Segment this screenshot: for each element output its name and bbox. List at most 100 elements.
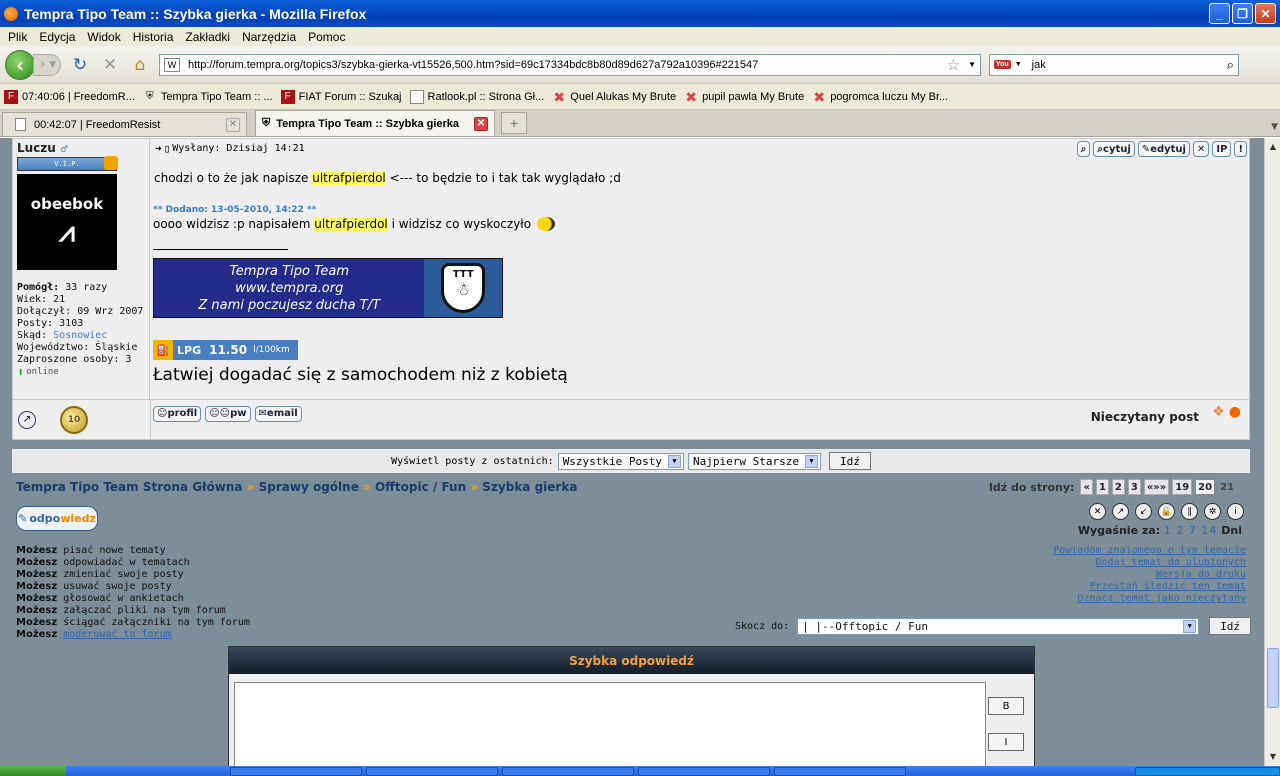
search-icon[interactable]: ⌕	[1227, 57, 1234, 73]
bookmark-item[interactable]: Ratlook.pl :: Strona Gł...	[409, 89, 544, 104]
italic-button[interactable]: I	[988, 733, 1024, 751]
start-button[interactable]	[0, 766, 66, 776]
bookmark-item[interactable]: ⛨ Tempra Tipo Team :: ...	[143, 90, 272, 104]
bold-button[interactable]: B	[988, 697, 1024, 715]
location-link[interactable]: Sosnowiec	[53, 330, 107, 341]
scroll-down-icon[interactable]: ▼	[1267, 750, 1279, 764]
moderate-link[interactable]: moderować to forum	[63, 629, 171, 640]
arrow-icon[interactable]: ➜	[155, 142, 162, 155]
close-button[interactable]: ✕	[1255, 3, 1276, 24]
bookmark-item[interactable]: ✖ pupil pawla My Brute	[684, 90, 804, 104]
reload-icon[interactable]: ↻	[69, 54, 91, 76]
search-posts-button[interactable]: ⌕	[1076, 141, 1091, 157]
menu-bookmarks[interactable]: Zakładki	[181, 30, 238, 44]
youtube-engine-icon[interactable]: You	[994, 60, 1011, 69]
scroll-thumb[interactable]	[1267, 648, 1279, 708]
split-topic-icon[interactable]: ↙	[1135, 503, 1152, 520]
menu-help[interactable]: Pomoc	[304, 30, 353, 44]
info-icon[interactable]: i	[1227, 503, 1244, 520]
minimize-button[interactable]: _	[1209, 3, 1230, 24]
email-button[interactable]: ✉ email	[254, 405, 302, 422]
quote-button[interactable]: ⌕ cytuj	[1093, 141, 1135, 157]
merge-icon[interactable]: ∥	[1181, 503, 1198, 520]
delete-icon[interactable]: ✕	[1192, 141, 1210, 157]
page-link[interactable]: 2	[1111, 479, 1125, 495]
permissions-list: Możesz pisać nowe tematy Możesz odpowiad…	[16, 545, 250, 640]
taskbar-item[interactable]	[230, 767, 362, 776]
breadcrumb-category[interactable]: Sprawy ogólne	[259, 480, 359, 494]
mark-unread-link[interactable]: Oznacz temat jako nieczytany	[1053, 593, 1246, 605]
breadcrumb-forum[interactable]: Offtopic / Fun	[375, 480, 466, 494]
edit-button[interactable]: ✎ edytuj	[1137, 141, 1190, 157]
page-link[interactable]: «	[1080, 479, 1093, 495]
go-button[interactable]: Idź	[829, 452, 871, 470]
add-favorites-link[interactable]: Dodaj temat do ulubionych	[1053, 557, 1246, 569]
profile-button[interactable]: ☺ profil	[153, 405, 202, 422]
page-link[interactable]: «»»	[1143, 479, 1170, 495]
report-icon[interactable]: !	[1234, 141, 1247, 157]
menu-history[interactable]: Historia	[129, 30, 182, 44]
scroll-up-icon[interactable]: ▲	[1267, 140, 1279, 154]
menu-view[interactable]: Widok	[83, 30, 128, 44]
forum-select[interactable]: | |--Offtopic / Fun ▼	[797, 617, 1200, 635]
ip-icon[interactable]: IP	[1212, 141, 1232, 157]
tab-tempra[interactable]: ⛨ Tempra Tipo Team :: Szybka gierka ✕	[255, 110, 495, 136]
quick-reply-textarea[interactable]	[234, 682, 986, 766]
vertical-scrollbar[interactable]: ▲ ▼	[1264, 138, 1280, 766]
lock-icon[interactable]: 🔒	[1158, 503, 1175, 520]
back-to-top-icon[interactable]: ↗	[18, 410, 36, 429]
tab-freedomresist[interactable]: 00:42:07 | FreedomResist ✕	[2, 112, 247, 136]
breadcrumb-home[interactable]: Tempra Tipo Team Strona Główna	[16, 480, 242, 494]
page-link[interactable]: 19	[1172, 479, 1193, 495]
menu-file[interactable]: Plik	[4, 30, 35, 44]
range-select[interactable]: Wszystkie Posty ▼	[557, 452, 685, 470]
author-name[interactable]: Luczu ♂	[17, 141, 145, 155]
firefox-icon: ●	[1228, 404, 1241, 420]
taskbar-item[interactable]	[774, 767, 906, 776]
signature-banner[interactable]: Tempra Tipo Team www.tempra.org Z nami p…	[153, 258, 503, 318]
pm-button[interactable]: ☺☺ pw	[205, 405, 251, 422]
home-icon[interactable]: ⌂	[129, 54, 151, 76]
site-favicon: W	[164, 57, 180, 72]
bookmark-item[interactable]: ✖ pogromca luczu My Br...	[812, 90, 948, 104]
back-button[interactable]: ‹	[5, 49, 35, 80]
tab-list-icon[interactable]: ▼	[1271, 122, 1278, 132]
page-link[interactable]: 3	[1127, 479, 1141, 495]
tab-close-icon[interactable]: ✕	[474, 116, 488, 131]
lpg-badge: ⛽ LPG 11.50 l/100km	[153, 340, 298, 360]
forum-post: Luczu ♂ V.I.P. obeebok ⩘ Pomógł: 33 razy…	[12, 138, 1250, 440]
menu-tools[interactable]: Narzędzia	[238, 30, 304, 44]
delete-topic-icon[interactable]: ✕	[1089, 503, 1106, 520]
tab-close-icon[interactable]: ✕	[226, 117, 240, 132]
bookmark-item[interactable]: F FIAT Forum :: Szukaj	[280, 89, 402, 104]
unwatch-topic-link[interactable]: Przestań śledzić ten temat	[1053, 581, 1246, 593]
page-link[interactable]: 21	[1218, 479, 1236, 495]
print-version-link[interactable]: Wersja do druku	[1053, 569, 1246, 581]
settings-icon[interactable]: ✲	[1204, 503, 1221, 520]
search-bar[interactable]: You ▼ jak ⌕	[989, 53, 1239, 76]
order-select[interactable]: Najpierw Starsze ▼	[688, 452, 821, 470]
taskbar-item[interactable]	[502, 767, 634, 776]
breadcrumb-topic[interactable]: Szybka gierka	[482, 480, 577, 494]
maximize-button[interactable]: ❐	[1232, 3, 1253, 24]
new-tab-button[interactable]: +	[501, 112, 527, 134]
url-dropdown-icon[interactable]: ▼	[968, 60, 976, 69]
notify-friend-link[interactable]: Powiadom znajomego o tym temacie	[1053, 545, 1246, 557]
engine-dropdown-icon[interactable]: ▼	[1015, 61, 1022, 68]
taskbar-item[interactable]	[638, 767, 770, 776]
menu-edit[interactable]: Edycja	[35, 30, 83, 44]
move-topic-icon[interactable]: ↗	[1112, 503, 1129, 520]
taskbar-item[interactable]	[366, 767, 498, 776]
address-bar[interactable]: W http://forum.tempra.org/topics3/szybka…	[159, 53, 981, 76]
page-link[interactable]: 1	[1095, 479, 1109, 495]
search-query[interactable]: jak	[1022, 59, 1227, 71]
jump-go-button[interactable]: Idź	[1209, 617, 1252, 635]
bookmark-item[interactable]: F 07:40:06 | FreedomR...	[4, 89, 135, 104]
stop-icon[interactable]: ✕	[99, 54, 121, 76]
bookmark-star-icon[interactable]: ☆	[947, 56, 960, 74]
reply-button[interactable]: ✎ odpo wiedz	[16, 506, 98, 531]
forward-button[interactable]: › ▾	[33, 53, 61, 76]
url-text[interactable]: http://forum.tempra.org/topics3/szybka-g…	[188, 59, 947, 71]
bookmark-item[interactable]: ✖ Quel Alukas My Brute	[552, 90, 676, 104]
page-icon	[409, 89, 424, 104]
